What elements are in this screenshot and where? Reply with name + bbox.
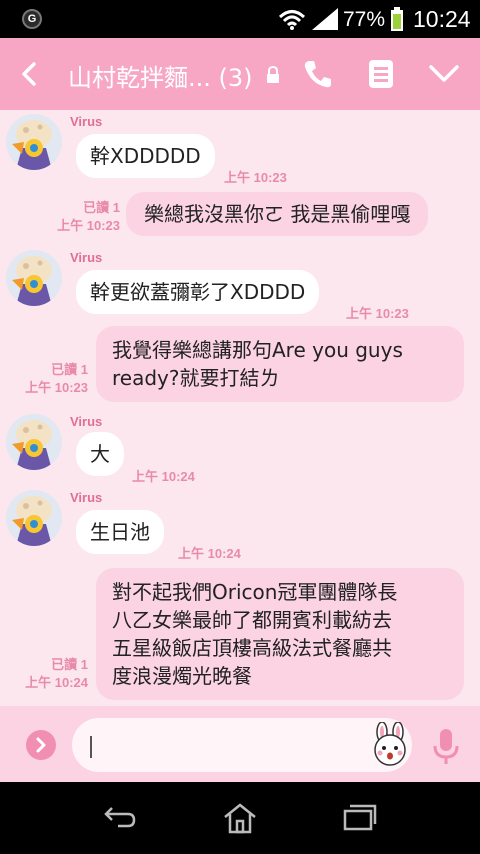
avatar[interactable] xyxy=(6,250,62,306)
message-time: 上午 10:23 xyxy=(57,218,120,233)
expand-button[interactable] xyxy=(26,730,56,760)
battery-percent: 77% xyxy=(343,8,386,31)
phone-icon[interactable] xyxy=(302,58,334,90)
read-status: 已讀 1 xyxy=(51,657,88,672)
sender-name: Virus xyxy=(70,490,103,505)
read-status: 已讀 1 xyxy=(51,362,88,377)
message-list[interactable]: Virus 幹XDDDDD 上午 10:23 已讀 1 上午 10:23 樂總我… xyxy=(0,110,480,706)
message-input[interactable] xyxy=(72,718,412,772)
message-bubble[interactable]: 大 xyxy=(76,432,124,476)
message-bubble[interactable]: 幹XDDDDD xyxy=(76,134,215,178)
clock: 10:24 xyxy=(413,6,471,32)
navigation-bar xyxy=(0,782,480,854)
read-receipt: 已讀 1 上午 10:23 xyxy=(8,361,88,397)
message-line: 對不起我們Oricon冠軍團體隊長 xyxy=(112,580,398,604)
input-bar xyxy=(0,706,480,782)
note-icon[interactable] xyxy=(368,59,394,89)
chevron-right-icon xyxy=(36,737,46,753)
message-time: 上午 10:24 xyxy=(25,675,88,690)
chat-header: 山村乾拌麵... (3) xyxy=(0,38,480,110)
status-bar: 77% 10:24 xyxy=(0,0,480,38)
message-time: 上午 10:23 xyxy=(25,380,88,395)
message-bubble[interactable]: 對不起我們Oricon冠軍團體隊長 八乙女樂最帥了都開賓利載紡去 五星級飯店頂樓… xyxy=(96,568,464,700)
signal-icon xyxy=(312,8,338,30)
message-time: 上午 10:24 xyxy=(132,469,195,484)
battery-icon xyxy=(391,7,403,31)
avatar[interactable] xyxy=(6,114,62,170)
sender-name: Virus xyxy=(70,114,103,129)
back-arrow-icon[interactable] xyxy=(16,60,44,88)
sender-name: Virus xyxy=(70,414,103,429)
wifi-icon xyxy=(278,10,306,30)
message-bubble[interactable]: 生日池 xyxy=(76,510,164,554)
avatar[interactable] xyxy=(6,490,62,546)
message-bubble[interactable]: 我覺得樂總講那句Are you guys ready?就要打結ㄌ xyxy=(96,326,464,402)
sender-name: Virus xyxy=(70,250,103,265)
google-icon xyxy=(22,9,42,29)
chevron-down-icon[interactable] xyxy=(428,64,460,84)
message-line: 我覺得樂總講那句Are you guys xyxy=(112,338,403,362)
sticker-icon[interactable] xyxy=(368,722,412,766)
message-line: 度浪漫燭光晚餐 xyxy=(112,664,252,688)
message-bubble[interactable]: 樂總我沒黑你ㄛ 我是黑偷哩嘎 xyxy=(126,192,429,236)
read-receipt: 已讀 1 上午 10:23 xyxy=(40,199,120,235)
text-cursor xyxy=(90,736,92,758)
member-count: (3) xyxy=(218,64,253,92)
microphone-icon[interactable] xyxy=(432,728,460,766)
message-time: 上午 10:23 xyxy=(346,306,409,321)
message-line: ready?就要打結ㄌ xyxy=(112,366,280,390)
message-time: 上午 10:24 xyxy=(178,546,241,561)
message-bubble[interactable]: 幹更欲蓋彌彰了XDDDD xyxy=(76,270,320,314)
message-line: 五星級飯店頂樓高級法式餐廳共 xyxy=(112,636,392,660)
message-time: 上午 10:23 xyxy=(224,170,287,185)
back-nav-icon[interactable] xyxy=(102,802,138,832)
read-status: 已讀 1 xyxy=(83,200,120,215)
lock-icon xyxy=(267,66,279,83)
avatar[interactable] xyxy=(6,414,62,470)
message-line: 八乙女樂最帥了都開賓利載紡去 xyxy=(112,608,392,632)
group-name: 山村乾拌麵... xyxy=(68,64,211,92)
home-nav-icon[interactable] xyxy=(222,802,258,834)
recent-apps-icon[interactable] xyxy=(342,802,378,832)
chat-title[interactable]: 山村乾拌麵... (3) xyxy=(68,58,253,93)
read-receipt: 已讀 1 上午 10:24 xyxy=(8,656,88,692)
